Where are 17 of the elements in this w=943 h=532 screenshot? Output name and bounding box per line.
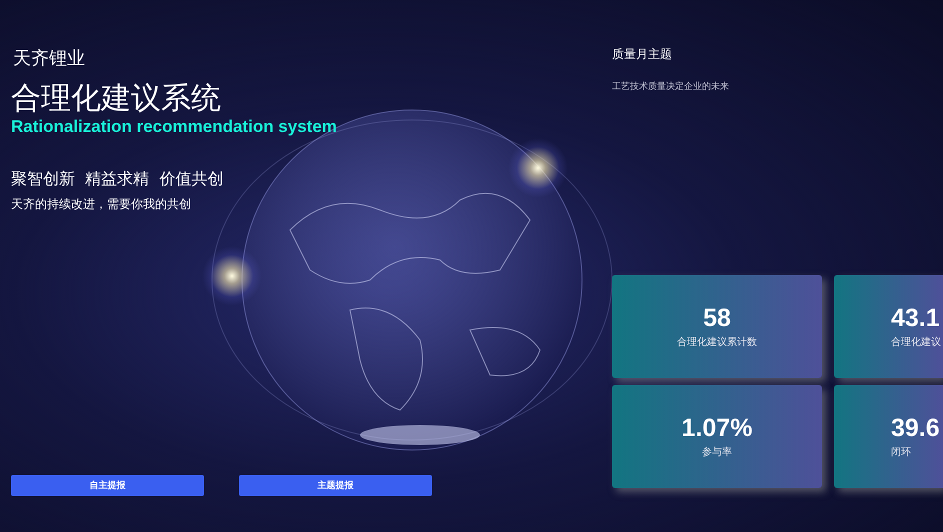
stat-label: 合理化建议 (891, 336, 941, 349)
theme-heading: 质量月主题 (612, 46, 673, 63)
stat-value: 58 (703, 304, 731, 333)
tagline: 天齐的持续改进，需要你我的共创 (11, 196, 192, 213)
stat-value: 1.07% (682, 414, 752, 443)
theme-text: 工艺技术质量决定企业的未来 (612, 80, 730, 93)
stat-value: 43.1 (891, 304, 940, 333)
stat-label: 闭环 (891, 446, 911, 459)
submit-button[interactable]: 主题提报 (239, 475, 432, 496)
stat-label: 参与率 (702, 446, 732, 459)
system-subtitle: Rationalization recommendation system (11, 117, 338, 137)
submit-button[interactable]: 自主提报 (11, 475, 204, 496)
brand-name: 天齐锂业 (13, 47, 86, 70)
system-title: 合理化建议系统 (11, 82, 222, 115)
stat-label: 合理化建议累计数 (677, 336, 757, 349)
stat-value: 39.6 (891, 414, 940, 443)
slogan: 聚智创新 精益求精 价值共创 (11, 169, 224, 190)
